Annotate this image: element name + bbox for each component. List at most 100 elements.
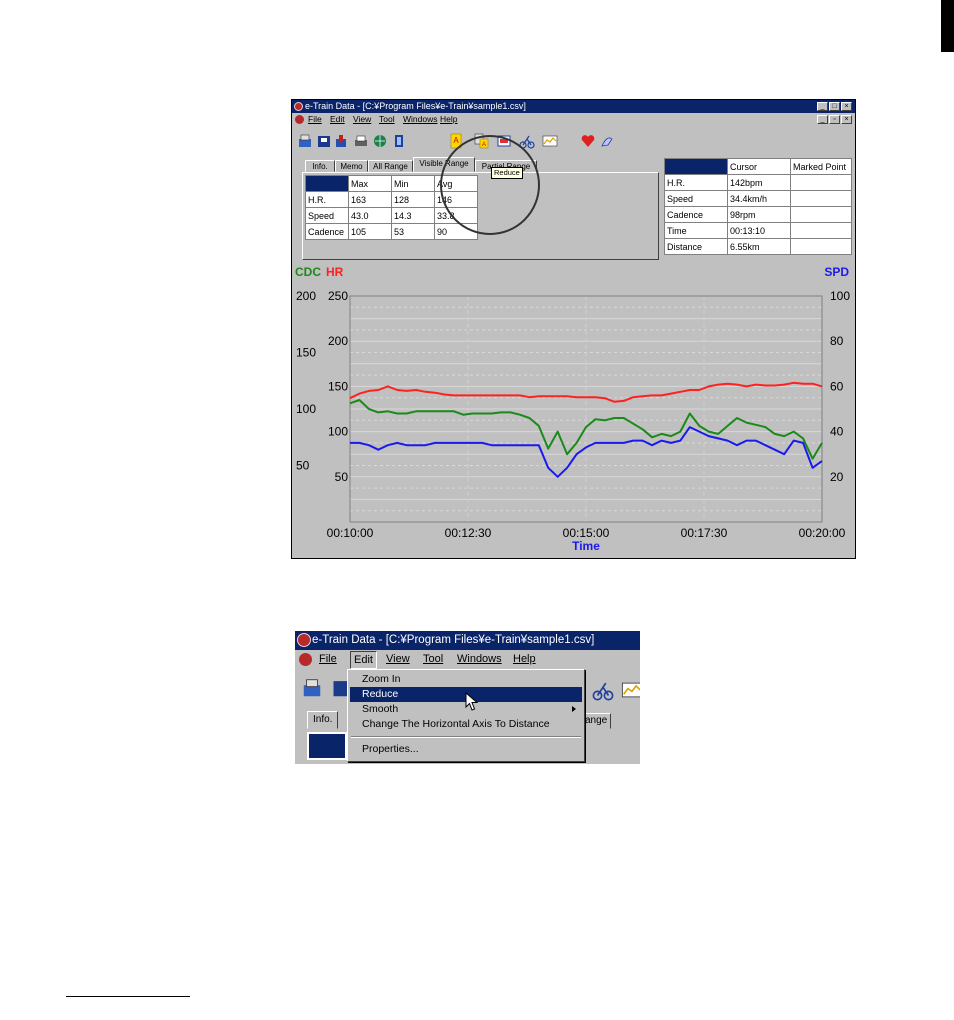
title-bar: e-Train Data - [C:¥Program Files¥e-Train… bbox=[295, 631, 640, 650]
cursor-time-value: 00:13:10 bbox=[727, 222, 791, 239]
spd-tick-label: 20 bbox=[830, 470, 844, 484]
graph-icon[interactable] bbox=[621, 679, 640, 701]
mouse-pointer-icon bbox=[465, 692, 479, 711]
web-icon[interactable] bbox=[372, 133, 388, 149]
cyclist-icon[interactable] bbox=[591, 679, 615, 701]
menu-windows[interactable]: Windows bbox=[403, 113, 437, 126]
graph-icon[interactable] bbox=[542, 133, 558, 149]
row-label-time: Time bbox=[664, 222, 728, 239]
menu-view[interactable]: View bbox=[353, 113, 371, 126]
open-icon[interactable] bbox=[331, 677, 347, 699]
row-label-cadence: Cadence bbox=[305, 223, 349, 240]
document-icon bbox=[295, 115, 304, 124]
cdc-axis-label: CDC bbox=[295, 265, 321, 279]
minimize-button[interactable]: _ bbox=[817, 102, 828, 111]
hr-axis-label: HR bbox=[326, 265, 344, 279]
child-restore-button[interactable]: ▫ bbox=[829, 115, 840, 124]
window-title: e-Train Data - [C:¥Program Files¥e-Train… bbox=[312, 634, 595, 646]
table-corner bbox=[307, 732, 347, 760]
menu-item-label: Zoom In bbox=[362, 673, 401, 685]
import-icon[interactable] bbox=[301, 677, 323, 699]
tab-partial-range[interactable]: ange bbox=[581, 713, 612, 729]
cursor-cadence-value: 98rpm bbox=[727, 206, 791, 223]
save-icon[interactable] bbox=[333, 133, 349, 149]
table-corner bbox=[305, 175, 349, 192]
app-icon bbox=[294, 102, 303, 111]
document-view-icon[interactable] bbox=[391, 133, 407, 149]
edit-menu-dropdown: Zoom In Reduce Smooth Change The Horizon… bbox=[347, 669, 585, 762]
menu-tool[interactable]: Tool bbox=[423, 650, 443, 669]
heart-rate-icon[interactable] bbox=[580, 133, 596, 149]
x-tick-label: 00:10:00 bbox=[327, 526, 374, 540]
marked-time-value bbox=[790, 222, 852, 239]
marked-hr-value bbox=[790, 174, 852, 191]
table-row: Distance 6.55km bbox=[664, 238, 852, 255]
table-row: Speed 34.4km/h bbox=[664, 190, 852, 207]
column-header-max: Max bbox=[348, 175, 392, 192]
menu-help[interactable]: Help bbox=[513, 650, 536, 669]
marked-distance-value bbox=[790, 238, 852, 255]
cdc-tick-label: 150 bbox=[296, 346, 316, 360]
highlight-circle bbox=[440, 135, 540, 235]
hr-tick-label: 200 bbox=[328, 334, 348, 348]
menu-file[interactable]: File bbox=[319, 650, 337, 669]
child-close-button[interactable]: × bbox=[841, 115, 852, 124]
cell-speed-min: 14.3 bbox=[391, 207, 435, 224]
x-tick-label: 00:12:30 bbox=[445, 526, 492, 540]
import-icon[interactable] bbox=[297, 133, 313, 149]
svg-text:A: A bbox=[453, 136, 459, 145]
x-tick-label: 00:17:30 bbox=[681, 526, 728, 540]
menu-item-label: Smooth bbox=[362, 703, 399, 715]
close-button[interactable]: × bbox=[841, 102, 852, 111]
tab-memo[interactable]: Memo bbox=[335, 160, 368, 172]
window-title: e-Train Data - [C:¥Program Files¥e-Train… bbox=[305, 101, 526, 111]
menu-edit[interactable]: Edit bbox=[350, 651, 377, 669]
menu-file[interactable]: File bbox=[308, 113, 322, 126]
spd-axis-label: SPD bbox=[824, 265, 849, 279]
menu-windows[interactable]: Windows bbox=[457, 650, 502, 669]
menu-item-label: Reduce bbox=[362, 688, 399, 700]
cell-hr-max: 163 bbox=[348, 191, 392, 208]
cell-hr-min: 128 bbox=[391, 191, 435, 208]
menu-help[interactable]: Help bbox=[440, 113, 457, 126]
spd-tick-label: 80 bbox=[830, 334, 844, 348]
cdc-tick-label: 50 bbox=[296, 459, 310, 473]
menu-bar: File Edit View Tool Windows Help _ ▫ × bbox=[292, 113, 855, 126]
print-icon[interactable] bbox=[353, 133, 369, 149]
menu-item-label: Change The Horizontal Axis To Distance bbox=[362, 718, 550, 730]
tab-all-range[interactable]: All Range bbox=[368, 160, 413, 172]
training-chart[interactable]: 00:10:00 00:12:30 00:15:00 00:17:30 00:20:00… bbox=[292, 260, 855, 559]
app-icon bbox=[297, 633, 311, 647]
tab-info[interactable]: Info. bbox=[305, 160, 335, 172]
page-edge-mark bbox=[941, 0, 954, 52]
column-header-marked-point: Marked Point bbox=[790, 158, 852, 175]
maximize-button[interactable]: □ bbox=[829, 102, 840, 111]
help-pointer-icon[interactable] bbox=[599, 133, 615, 149]
cell-cadence-max: 105 bbox=[348, 223, 392, 240]
menu-view[interactable]: View bbox=[386, 650, 410, 669]
toolbar: A A bbox=[292, 127, 855, 157]
cursor-hr-value: 142bpm bbox=[727, 174, 791, 191]
cursor-table: Cursor Marked Point H.R. 142bpm Speed 34.4… bbox=[664, 158, 852, 255]
tab-info[interactable]: Info. bbox=[307, 711, 339, 729]
hr-tick-label: 250 bbox=[328, 289, 348, 303]
chart-grid bbox=[350, 296, 822, 522]
menu-item-zoom-in[interactable]: Zoom In bbox=[350, 672, 582, 687]
spd-tick-label: 60 bbox=[830, 379, 844, 393]
marked-speed-value bbox=[790, 190, 852, 207]
column-header-min: Min bbox=[391, 175, 435, 192]
menu-edit[interactable]: Edit bbox=[330, 113, 345, 126]
cursor-distance-value: 6.55km bbox=[727, 238, 791, 255]
row-label-speed: Speed bbox=[305, 207, 349, 224]
row-label-speed: Speed bbox=[664, 190, 728, 207]
table-row: Cadence 105 53 90 bbox=[305, 223, 478, 240]
marked-cadence-value bbox=[790, 206, 852, 223]
menu-item-change-axis[interactable]: Change The Horizontal Axis To Distance bbox=[350, 717, 582, 732]
child-minimize-button[interactable]: _ bbox=[817, 115, 828, 124]
menu-item-label: Properties... bbox=[362, 743, 419, 755]
spd-tick-label: 40 bbox=[830, 425, 844, 439]
menu-item-properties[interactable]: Properties... bbox=[350, 742, 582, 757]
menu-tool[interactable]: Tool bbox=[379, 113, 395, 126]
menu-separator bbox=[351, 736, 581, 738]
open-icon[interactable] bbox=[316, 133, 332, 149]
